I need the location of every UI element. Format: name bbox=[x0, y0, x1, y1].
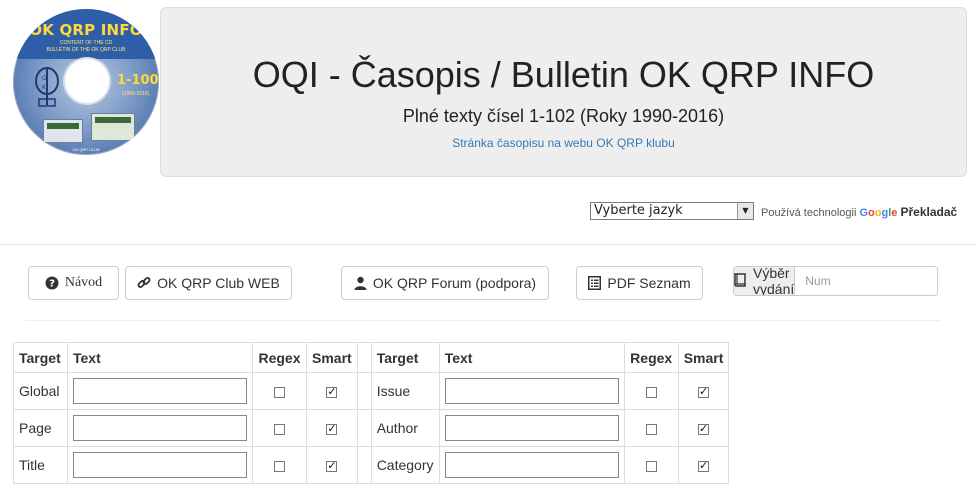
svg-text:?: ? bbox=[49, 279, 55, 290]
global-search-input[interactable] bbox=[73, 378, 247, 404]
smart-checkbox[interactable] bbox=[698, 422, 710, 436]
cd-card-image bbox=[43, 119, 83, 143]
title-search-input[interactable] bbox=[73, 452, 247, 478]
help-button-label: Návod bbox=[64, 275, 103, 290]
target-label: Title bbox=[13, 446, 68, 484]
cd-subtitle-1: CONTENT OF THE CD bbox=[59, 40, 113, 46]
forum-button[interactable]: OK QRP Forum (podpora) bbox=[341, 266, 549, 300]
help-button[interactable]: ? Návod bbox=[28, 266, 119, 300]
divider bbox=[0, 244, 976, 245]
chevron-down-icon[interactable]: ▼ bbox=[737, 203, 753, 219]
user-icon bbox=[354, 276, 367, 290]
regex-checkbox[interactable] bbox=[645, 460, 657, 472]
cd-hole bbox=[65, 59, 109, 103]
target-label: Page bbox=[13, 409, 68, 447]
table-row: Title Category bbox=[13, 446, 730, 484]
smart-checkbox[interactable] bbox=[326, 459, 338, 473]
svg-text:O: O bbox=[42, 75, 47, 82]
regex-checkbox[interactable] bbox=[274, 460, 285, 472]
club-emblem-icon: O K bbox=[35, 67, 59, 107]
page-title: OQI - Časopis / Bulletin OK QRP INFO bbox=[252, 54, 875, 95]
category-search-input[interactable] bbox=[444, 452, 619, 478]
author-search-input[interactable] bbox=[444, 415, 619, 441]
cd-card-image bbox=[91, 113, 135, 141]
table-header-row: Target Text Regex Smart Target Text Rege… bbox=[13, 342, 730, 373]
powered-by-text: Používá technologii bbox=[761, 207, 857, 219]
issue-search-input[interactable] bbox=[444, 378, 619, 404]
page-search-input[interactable] bbox=[73, 415, 247, 441]
pdf-list-button[interactable]: PDF Seznam bbox=[576, 266, 703, 300]
list-alt-icon bbox=[588, 276, 602, 290]
club-web-button[interactable]: OK QRP Club WEB bbox=[125, 266, 292, 300]
regex-checkbox[interactable] bbox=[645, 423, 657, 435]
column-header: Regex bbox=[623, 342, 679, 373]
google-logo[interactable]: Google bbox=[859, 207, 897, 219]
target-label: Issue bbox=[370, 372, 440, 410]
regex-checkbox[interactable] bbox=[645, 386, 657, 398]
table-row: Page Author bbox=[13, 409, 730, 447]
page-subtitle: Plné texty čísel 1-102 (Roky 1990-2016) bbox=[402, 106, 725, 126]
cd-title: OK QRP INFO bbox=[29, 21, 143, 39]
club-page-link[interactable]: Stránka časopisu na webu OK QRP klubu bbox=[161, 136, 966, 150]
search-filter-table: Target Text Regex Smart Target Text Rege… bbox=[13, 342, 730, 484]
column-header: Regex bbox=[252, 342, 307, 373]
cd-bottom-text: OK QRP CLUB bbox=[72, 147, 100, 152]
column-header: Target bbox=[370, 342, 440, 373]
cd-years: (1990-2016) bbox=[122, 91, 150, 97]
regex-checkbox[interactable] bbox=[274, 386, 285, 398]
issue-number-input[interactable] bbox=[795, 267, 937, 295]
issue-addon-label: Výběr vydání bbox=[753, 266, 795, 296]
column-header: Target bbox=[13, 342, 68, 373]
issue-addon: Výběr vydání bbox=[734, 266, 796, 296]
target-label: Global bbox=[13, 372, 68, 410]
pdf-list-button-label: PDF Seznam bbox=[607, 275, 691, 291]
club-web-button-label: OK QRP Club WEB bbox=[157, 275, 280, 291]
table-row: Global Issue bbox=[13, 372, 730, 410]
forum-button-label: OK QRP Forum (podpora) bbox=[372, 275, 537, 291]
divider bbox=[25, 320, 940, 321]
smart-checkbox[interactable] bbox=[326, 422, 338, 436]
column-header: Text bbox=[438, 342, 625, 373]
language-select[interactable]: Vyberte jazyk ▼ bbox=[590, 202, 754, 220]
header-panel: OQI - Časopis / Bulletin OK QRP INFO Pln… bbox=[160, 7, 967, 177]
book-icon bbox=[734, 272, 747, 290]
smart-checkbox[interactable] bbox=[326, 385, 338, 399]
powered-by: Používá technologii Google Překladač bbox=[761, 205, 957, 219]
question-circle-icon: ? bbox=[45, 276, 59, 290]
column-header: Text bbox=[67, 342, 253, 373]
column-header: Smart bbox=[306, 342, 358, 373]
target-label: Category bbox=[370, 446, 440, 484]
language-select-value: Vyberte jazyk bbox=[594, 203, 683, 218]
cd-subtitle-2: BULLETIN OF THE OK QRP CLUB bbox=[46, 47, 126, 53]
column-header: Smart bbox=[677, 342, 730, 373]
regex-checkbox[interactable] bbox=[274, 423, 285, 435]
issue-selector: Výběr vydání bbox=[733, 266, 938, 296]
smart-checkbox[interactable] bbox=[698, 459, 710, 473]
translator-label[interactable]: Překladač bbox=[900, 205, 957, 219]
cd-logo: OK QRP INFO CONTENT OF THE CD BULLETIN O… bbox=[13, 9, 159, 155]
link-icon bbox=[137, 276, 151, 290]
smart-checkbox[interactable] bbox=[698, 385, 710, 399]
cd-range: 1-100 bbox=[117, 73, 159, 88]
target-label: Author bbox=[370, 409, 440, 447]
